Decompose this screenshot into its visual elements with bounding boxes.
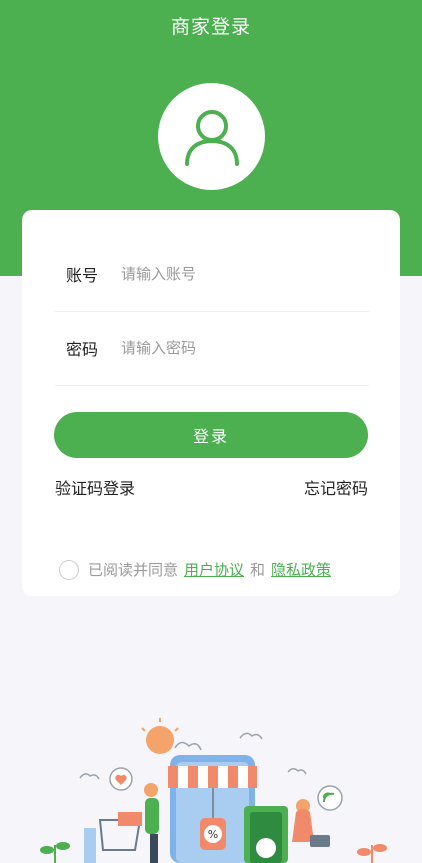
sms-login-link[interactable]: 验证码登录 <box>55 475 135 499</box>
account-label: 账号 <box>66 265 99 285</box>
money-card-icon <box>244 806 288 863</box>
wifi-bubble-icon <box>317 785 343 811</box>
user-agreement-link[interactable]: 用户协议 <box>184 559 244 580</box>
plant-left-icon <box>40 842 70 863</box>
account-input[interactable] <box>121 264 341 283</box>
user-icon <box>184 109 239 166</box>
password-input[interactable] <box>121 338 341 357</box>
avatar <box>158 83 265 190</box>
account-row: 账号 <box>55 236 369 312</box>
shopping-illustration: % <box>40 718 387 863</box>
svg-text:%: % <box>208 828 218 841</box>
page-title: 商家登录 <box>170 16 251 38</box>
password-row: 密码 <box>55 310 369 386</box>
sun-icon <box>141 718 179 754</box>
plant-right-icon <box>357 844 387 863</box>
agreement-prefix: 已阅读并同意 <box>88 561 179 579</box>
forgot-password-link[interactable]: 忘记密码 <box>304 475 368 499</box>
login-button[interactable]: 登录 <box>54 412 368 458</box>
login-card: 账号 密码 登录 验证码登录 忘记密码 已阅读并同意 用户协议 和 隐私政策 <box>22 210 400 596</box>
heart-bubble-icon <box>109 767 133 791</box>
agreement-conjunction: 和 <box>250 561 266 579</box>
agreement-checkbox[interactable] <box>59 559 79 580</box>
privacy-policy-link[interactable]: 隐私政策 <box>271 559 331 580</box>
password-label: 密码 <box>66 339 99 359</box>
agreement-row: 已阅读并同意 用户协议 和 隐私政策 <box>59 559 331 580</box>
store-awning <box>168 766 257 788</box>
